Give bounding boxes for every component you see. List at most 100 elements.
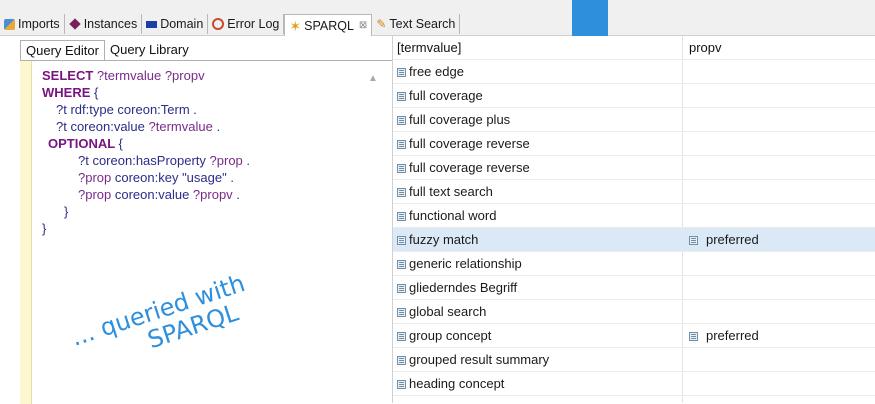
term-value: group concept (409, 328, 492, 343)
query-token: . (212, 119, 221, 134)
literal-icon (397, 116, 406, 125)
close-tab-icon[interactable]: ⊠ (359, 20, 367, 31)
query-token: ?propv (192, 187, 233, 202)
tab-label: SPARQL (304, 18, 354, 33)
query-line: } (20, 220, 250, 237)
propv-cell (689, 84, 869, 107)
scroll-up-icon[interactable]: ▲ (368, 73, 378, 84)
query-line: SELECT ?termvalue ?propv (20, 67, 250, 84)
literal-icon (397, 188, 406, 197)
query-token: coreon:value (111, 187, 193, 202)
tab-label: Imports (18, 17, 60, 31)
column-header[interactable]: propv (689, 36, 869, 59)
table-header: [termvalue] propv (393, 36, 875, 60)
term-value: functional word (409, 208, 497, 223)
term-value: global search (409, 304, 487, 319)
query-line: ?prop coreon:key "usage" . (20, 169, 250, 186)
term-value: heading concept (409, 376, 505, 391)
query-line: ?t coreon:value ?termvalue . (20, 118, 250, 135)
propv-cell (689, 108, 869, 131)
propv-value: preferred (706, 328, 759, 343)
tab-text-search[interactable]: ✎ Text Search (372, 14, 461, 34)
term-cell: grouped result summary (397, 348, 680, 371)
table-row[interactable]: gliederndes Begriff (393, 276, 875, 300)
table-row[interactable]: full coverage reverse (393, 132, 875, 156)
query-token: ?t coreon:hasProperty (78, 153, 210, 168)
literal-icon (689, 332, 698, 341)
error-log-icon (212, 18, 225, 30)
term-value: full coverage plus (409, 112, 511, 127)
propv-cell (689, 204, 869, 227)
term-value: generic relationship (409, 256, 522, 271)
table-row[interactable]: full coverage (393, 84, 875, 108)
literal-icon (397, 308, 406, 317)
subtab-query-editor[interactable]: Query Editor (20, 40, 105, 60)
table-row[interactable]: full coverage reverse (393, 156, 875, 180)
term-value: gliederndes Begriff (409, 280, 518, 295)
propv-cell (689, 348, 869, 371)
query-line: OPTIONAL { (20, 135, 250, 152)
term-cell: full coverage reverse (397, 132, 680, 155)
term-cell: full coverage (397, 84, 680, 107)
table-row[interactable]: functional word (393, 204, 875, 228)
query-code[interactable]: SELECT ?termvalue ?propv WHERE {?t rdf:ty… (20, 67, 250, 237)
term-cell: full text search (397, 180, 680, 203)
query-line: ?prop coreon:value ?propv . (20, 186, 250, 203)
query-line: } (20, 203, 250, 220)
propv-cell (689, 252, 869, 275)
term-cell: global search (397, 300, 680, 323)
query-token: coreon:key "usage" . (111, 170, 234, 185)
term-cell: full coverage plus (397, 108, 680, 131)
term-cell: functional word (397, 204, 680, 227)
propv-cell (689, 180, 869, 203)
pencil-icon: ✎ (376, 17, 387, 31)
query-token: ?prop (209, 153, 243, 168)
table-row[interactable]: group concept preferred (393, 324, 875, 348)
table-row[interactable]: fuzzy match preferred (393, 228, 875, 252)
literal-icon (397, 260, 406, 269)
propv-cell: preferred (689, 324, 869, 347)
query-token: { (94, 85, 99, 100)
tab-instances[interactable]: Instances (65, 14, 143, 34)
literal-icon (397, 140, 406, 149)
query-token: } (42, 221, 47, 236)
term-value: full coverage (409, 88, 483, 103)
query-token: ?termvalue (148, 119, 213, 134)
query-keyword: SELECT (42, 68, 97, 83)
query-token: ?t rdf:type coreon:Term . (56, 102, 197, 117)
table-row[interactable]: generic relationship (393, 252, 875, 276)
table-row[interactable]: free edge (393, 60, 875, 84)
query-token: . (232, 187, 240, 202)
term-cell: generic relationship (397, 252, 680, 275)
imports-icon (4, 18, 15, 30)
query-line: WHERE { (20, 84, 250, 101)
table-row[interactable]: global search (393, 300, 875, 324)
literal-icon (397, 236, 406, 245)
query-token: ?termvalue ?propv (96, 68, 205, 83)
tab-error-log[interactable]: Error Log (208, 14, 285, 34)
query-keyword: WHERE (42, 85, 94, 100)
term-cell: full coverage reverse (397, 156, 680, 179)
query-token: ?t coreon:value (56, 119, 149, 134)
table-row[interactable]: heading concept (393, 372, 875, 396)
literal-icon (397, 92, 406, 101)
star-icon: ✶ (289, 17, 302, 34)
column-header[interactable]: [termvalue] (397, 36, 680, 59)
query-token: . (242, 153, 251, 168)
tab-sparql[interactable]: ✶ SPARQL ⊠ (284, 14, 373, 36)
domain-icon (146, 20, 158, 28)
tab-imports[interactable]: Imports (0, 14, 65, 34)
term-value: full text search (409, 184, 493, 199)
query-line: ?t rdf:type coreon:Term . (20, 101, 250, 118)
tab-label: Text Search (389, 17, 456, 31)
propv-cell (689, 156, 869, 179)
table-row[interactable]: full text search (393, 180, 875, 204)
propv-cell (689, 372, 869, 395)
literal-icon (397, 356, 406, 365)
subtab-query-library[interactable]: Query Library (105, 40, 194, 60)
literal-icon (397, 332, 406, 341)
tab-domain[interactable]: Domain (142, 14, 209, 34)
table-row[interactable]: full coverage plus (393, 108, 875, 132)
table-row[interactable]: grouped result summary (393, 348, 875, 372)
results-table: [termvalue] propv free edge full coverage fu… (393, 36, 875, 403)
